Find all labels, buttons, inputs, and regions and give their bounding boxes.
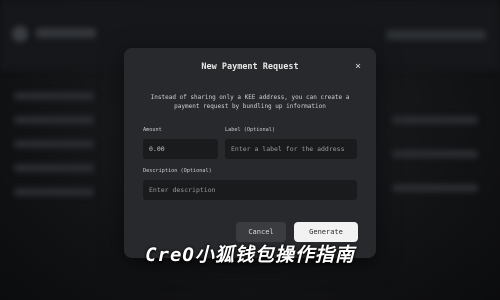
label-field-label: Label (Optional) (225, 127, 275, 133)
background-sidebar-item (14, 164, 94, 172)
background-sidebar-item (14, 116, 94, 124)
overlay-caption: CreO小狐钱包操作指南 (145, 244, 355, 266)
background-panel-item (392, 150, 478, 158)
generate-button[interactable]: Generate (294, 222, 358, 242)
background-brand (36, 28, 96, 38)
background-header-item (386, 30, 486, 40)
modal-title: New Payment Request (201, 62, 299, 72)
app-window: New Payment Request × Instead of sharing… (0, 0, 500, 300)
close-icon[interactable]: × (352, 61, 364, 73)
background-sidebar-item (14, 92, 94, 100)
description-label: Description (Optional) (143, 168, 212, 174)
modal-description: Instead of sharing only a KEE address, y… (150, 94, 350, 110)
payment-request-modal: New Payment Request × Instead of sharing… (124, 48, 376, 258)
background-panel-item (392, 184, 478, 192)
background-sidebar-item (14, 188, 94, 196)
background-sidebar-item (14, 140, 94, 148)
label-input[interactable] (225, 139, 357, 159)
amount-label: Amount (143, 127, 162, 133)
description-input[interactable] (143, 180, 357, 200)
background-logo-icon (12, 26, 28, 42)
background-panel-item (392, 116, 478, 124)
cancel-button[interactable]: Cancel (236, 222, 286, 242)
amount-input[interactable] (143, 139, 218, 159)
